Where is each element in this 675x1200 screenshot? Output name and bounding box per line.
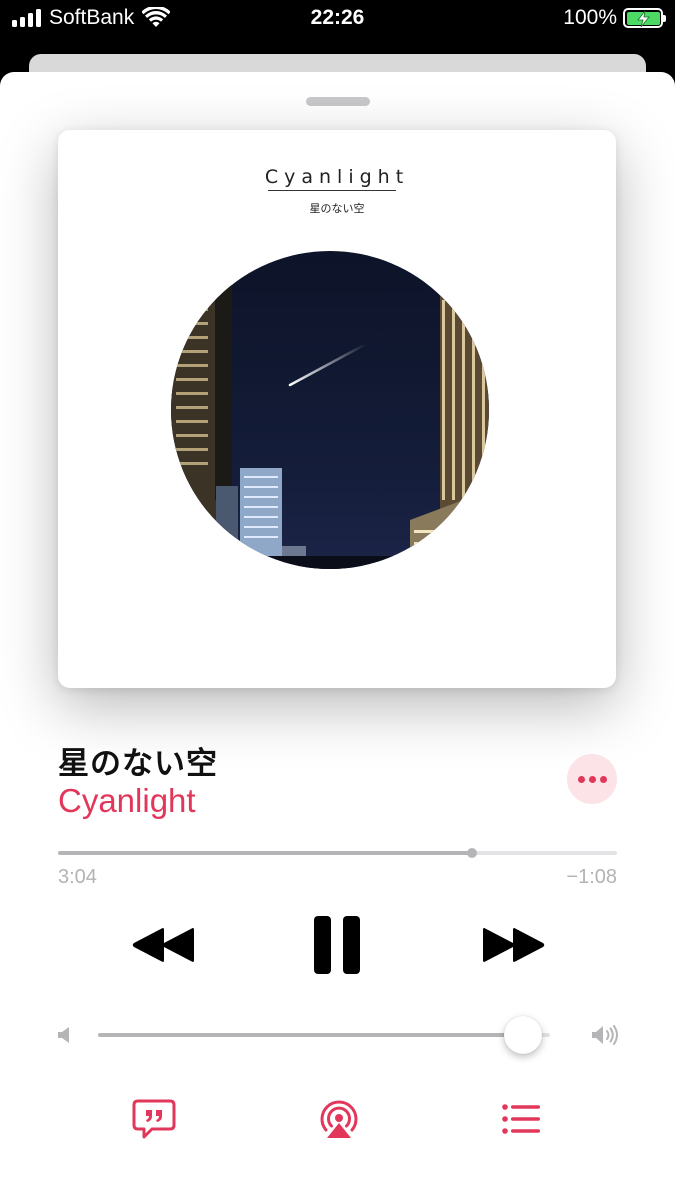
speaker-high-icon (592, 1025, 618, 1045)
artwork-title-underline (268, 190, 396, 191)
battery-cap (663, 15, 666, 22)
elapsed-time: 3:04 (58, 866, 97, 888)
artwork-title: Cyanlight (264, 166, 410, 188)
lyrics-button[interactable] (132, 1099, 176, 1139)
airplay-button[interactable] (317, 1099, 361, 1139)
airplay-icon (320, 1100, 358, 1138)
now-playing-sheet: Cyanlight 星のない空 星のない空 Cyanlight 3:04 −1:… (0, 72, 675, 1200)
track-title[interactable]: 星のない空 (58, 738, 218, 783)
artwork-subtitle: 星のない空 (309, 202, 365, 215)
volume-knob[interactable] (503, 1016, 542, 1054)
lyrics-icon (132, 1099, 176, 1139)
track-artist[interactable]: Cyanlight (58, 782, 196, 820)
status-bar: SoftBank 22:26 100% (0, 0, 675, 40)
night-city-photo (171, 251, 489, 569)
charging-bolt-icon (636, 10, 650, 27)
battery-level-fill (626, 10, 660, 27)
playback-scrubber[interactable] (58, 848, 617, 858)
sheet-grabber[interactable] (306, 97, 370, 106)
status-right: 100% (563, 6, 666, 30)
rewind-icon (132, 928, 194, 962)
pause-icon (314, 916, 360, 974)
more-options-button[interactable] (567, 754, 617, 804)
ellipsis-icon (577, 775, 585, 783)
volume-level (98, 1033, 523, 1037)
fast-forward-button[interactable] (480, 927, 546, 963)
album-artwork: Cyanlight 星のない空 (58, 130, 616, 688)
volume-slider[interactable] (98, 1033, 550, 1037)
remaining-time: −1:08 (566, 866, 617, 888)
queue-list-icon (502, 1104, 540, 1134)
fast-forward-icon (483, 928, 545, 962)
queue-button[interactable] (499, 1099, 543, 1139)
battery-icon (623, 8, 666, 28)
speaker-low-icon (58, 1027, 69, 1043)
pause-button[interactable] (312, 915, 362, 975)
scrubber-knob[interactable] (466, 848, 477, 858)
battery-percentage: 100% (563, 6, 617, 29)
rewind-button[interactable] (131, 927, 197, 963)
scrubber-progress (58, 851, 472, 855)
